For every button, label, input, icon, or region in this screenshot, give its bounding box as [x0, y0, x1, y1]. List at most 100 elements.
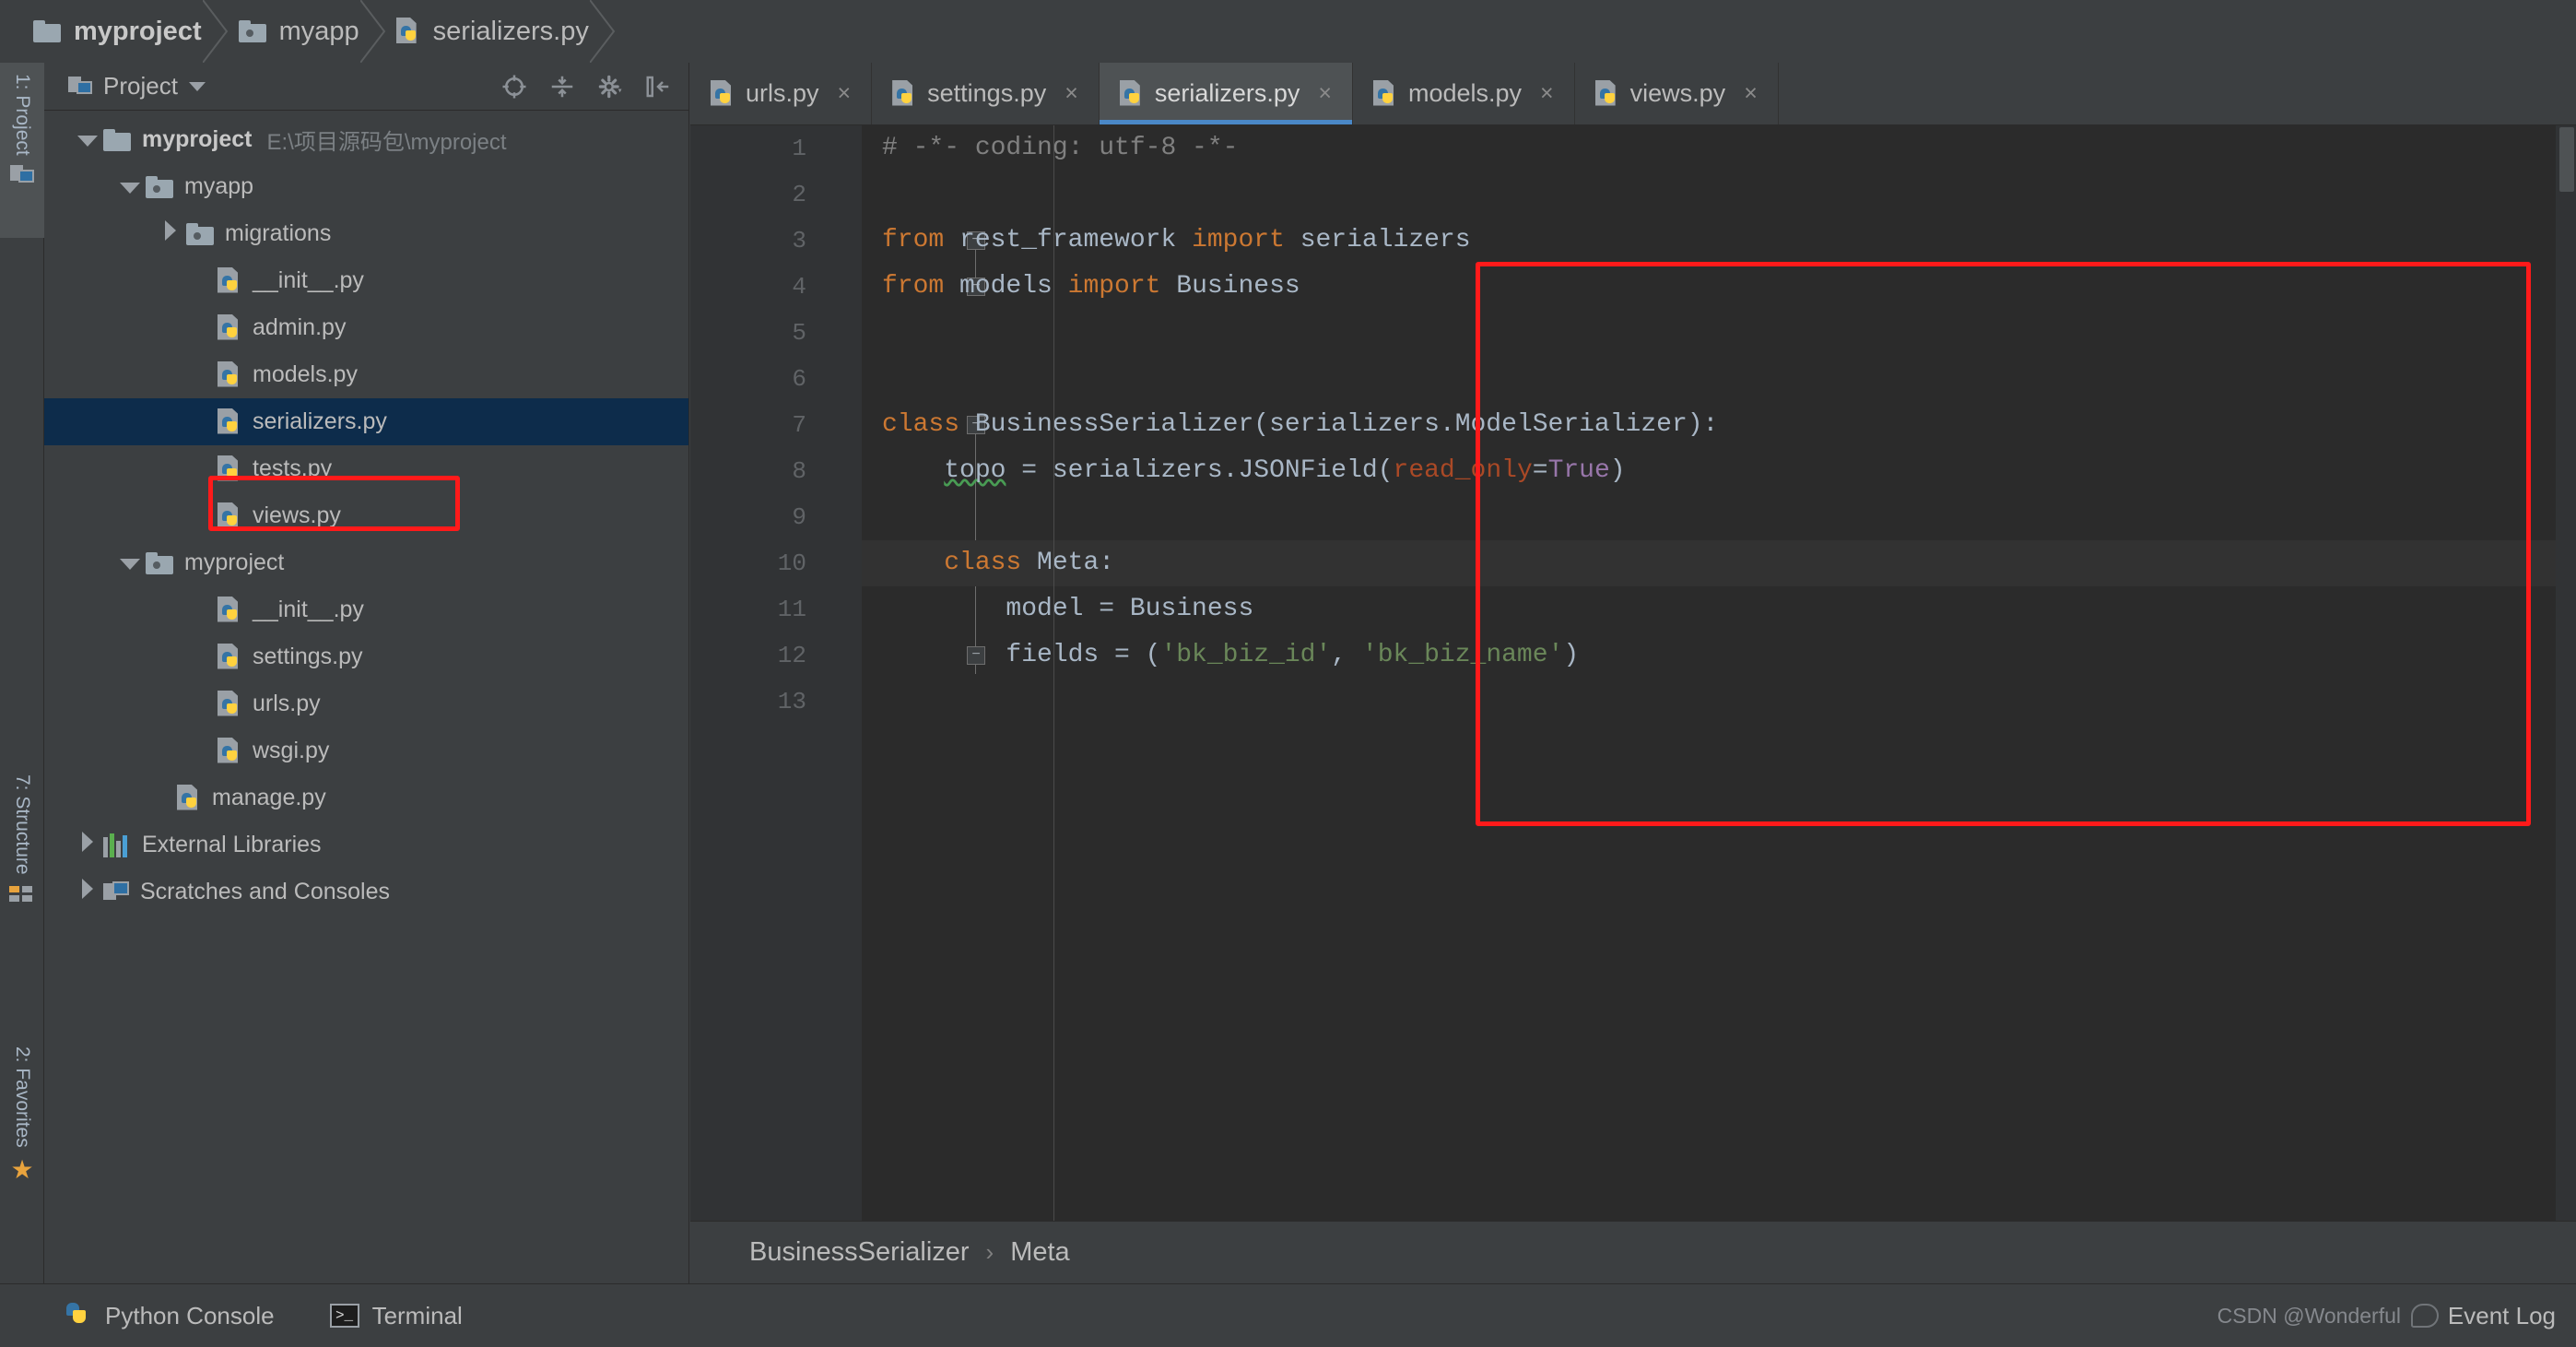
- sidebar-tab-favorites[interactable]: 2: Favorites ★: [0, 1035, 44, 1247]
- twisty-right-icon[interactable]: [82, 832, 93, 852]
- code-editor[interactable]: 1 2 3 4 5 6 7 8 9 10 11 12 13 − − − − # …: [690, 125, 2576, 1221]
- editor-area: urls.py × settings.py × serializers.py ×…: [690, 63, 2576, 1283]
- code-line-8: topo = serializers.JSONField(read_only=T…: [944, 456, 1626, 485]
- hide-panel-icon[interactable]: [644, 73, 672, 100]
- project-toolbar-icons: [500, 73, 672, 100]
- status-button-terminal[interactable]: >_ Terminal: [329, 1302, 463, 1330]
- line-number-gutter: 1 2 3 4 5 6 7 8 9 10 11 12 13: [690, 125, 821, 1221]
- scratches-icon: [103, 880, 129, 904]
- locate-target-icon[interactable]: [500, 73, 528, 100]
- close-icon[interactable]: ×: [1744, 80, 1758, 107]
- status-button-python-console[interactable]: Python Console: [65, 1302, 275, 1330]
- editor-tab-label: serializers.py: [1154, 79, 1300, 107]
- left-tool-strip: 1: Project 7: Structure 2: Favorites ★: [0, 63, 44, 1283]
- code-lines-container[interactable]: # -*- coding: utf-8 -*- from rest_framew…: [862, 125, 2576, 1221]
- python-file-icon: [218, 596, 241, 624]
- editor-tab-models[interactable]: models.py ×: [1353, 63, 1575, 124]
- project-panel-toolbar: Project: [44, 63, 688, 111]
- breadcrumb-member-name[interactable]: Meta: [1010, 1237, 1069, 1268]
- breadcrumb-item-myapp[interactable]: myapp: [229, 0, 387, 63]
- line-number: 11: [777, 596, 806, 623]
- tree-row-external-libraries[interactable]: External Libraries: [44, 821, 688, 868]
- tree-item-label: settings.py: [253, 644, 363, 669]
- editor-scrollbar[interactable]: [2556, 125, 2576, 1221]
- libraries-icon: [103, 833, 131, 857]
- python-file-icon: [218, 313, 241, 342]
- twisty-down-icon[interactable]: [77, 136, 98, 147]
- line-number: 7: [792, 411, 806, 439]
- tree-row-myproject-root[interactable]: myproject E:\项目源码包\myproject: [44, 116, 688, 163]
- tree-row-views[interactable]: views.py: [44, 492, 688, 539]
- tree-row-wsgi[interactable]: wsgi.py: [44, 727, 688, 774]
- tree-row-models[interactable]: models.py: [44, 351, 688, 398]
- code-line-10: class Meta:: [862, 540, 2576, 586]
- line-number: 10: [777, 549, 806, 577]
- tree-row-serializers[interactable]: serializers.py: [44, 398, 688, 445]
- collapse-all-icon[interactable]: [548, 73, 576, 100]
- editor-tab-label: models.py: [1407, 79, 1523, 107]
- chevron-separator-icon: [589, 0, 618, 63]
- editor-tab-label: views.py: [1629, 79, 1726, 107]
- project-panel-title-group[interactable]: Project: [68, 72, 206, 100]
- editor-tab-bar: urls.py × settings.py × serializers.py ×…: [690, 63, 2576, 125]
- tree-row-project-init[interactable]: __init__.py: [44, 586, 688, 633]
- python-file-icon: [218, 266, 241, 295]
- status-button-event-log[interactable]: Event Log: [2410, 1302, 2556, 1330]
- twisty-down-icon[interactable]: [120, 183, 140, 194]
- python-file-icon: [218, 360, 241, 389]
- tree-item-label: admin.py: [253, 314, 347, 340]
- close-icon[interactable]: ×: [1065, 80, 1078, 107]
- folder-icon: [103, 128, 131, 151]
- editor-tab-settings[interactable]: settings.py ×: [872, 63, 1100, 124]
- chevron-separator-icon: [202, 0, 230, 63]
- close-icon[interactable]: ×: [1540, 80, 1554, 107]
- code-line-7: class BusinessSerializer(serializers.Mod…: [882, 410, 1719, 439]
- tree-row-admin[interactable]: admin.py: [44, 304, 688, 351]
- scrollbar-thumb[interactable]: [2559, 127, 2574, 192]
- settings-gear-icon[interactable]: [596, 73, 624, 100]
- code-line-12: fields = ('bk_biz_id', 'bk_biz_name'): [882, 641, 1580, 669]
- chevron-down-icon[interactable]: [188, 81, 206, 91]
- code-line-3: from rest_framework import serializers: [882, 226, 1471, 254]
- line-number: 8: [792, 457, 806, 485]
- breadcrumb-item-serializers[interactable]: serializers.py: [387, 0, 617, 63]
- breadcrumb-label: myapp: [278, 16, 359, 46]
- breadcrumb-label: myproject: [74, 16, 202, 46]
- breadcrumb-class-name[interactable]: BusinessSerializer: [749, 1237, 970, 1268]
- close-icon[interactable]: ×: [838, 80, 852, 107]
- twisty-down-icon[interactable]: [120, 559, 140, 570]
- tree-row-scratches[interactable]: Scratches and Consoles: [44, 868, 688, 916]
- tree-row-myapp-init[interactable]: __init__.py: [44, 257, 688, 304]
- python-file-icon: [177, 784, 201, 812]
- editor-tab-urls[interactable]: urls.py ×: [690, 63, 873, 124]
- tree-row-myproject-package[interactable]: myproject: [44, 539, 688, 586]
- sidebar-tab-project[interactable]: 1: Project: [0, 63, 44, 238]
- twisty-right-icon[interactable]: [165, 220, 176, 241]
- tree-item-label: External Libraries: [142, 832, 322, 857]
- editor-structure-breadcrumb: BusinessSerializer › Meta: [690, 1221, 2576, 1283]
- line-number: 4: [792, 273, 806, 301]
- python-file-icon: [218, 643, 241, 671]
- tree-item-label: migrations: [225, 220, 332, 246]
- code-folding-column[interactable]: − − − − −: [821, 125, 985, 1221]
- tree-item-label: __init__.py: [253, 597, 364, 622]
- line-number: 9: [792, 503, 806, 531]
- tree-item-label: urls.py: [253, 691, 321, 716]
- tree-row-urls[interactable]: urls.py: [44, 680, 688, 727]
- close-icon[interactable]: ×: [1318, 80, 1332, 107]
- tree-row-migrations[interactable]: migrations: [44, 210, 688, 257]
- tree-row-settings[interactable]: settings.py: [44, 633, 688, 680]
- editor-tab-serializers[interactable]: serializers.py ×: [1099, 63, 1353, 124]
- breadcrumb-item-myproject[interactable]: myproject: [24, 0, 229, 63]
- tree-row-manage[interactable]: manage.py: [44, 774, 688, 821]
- line-number: 5: [792, 319, 806, 347]
- status-button-label: Python Console: [105, 1301, 275, 1329]
- tree-row-tests[interactable]: tests.py: [44, 445, 688, 492]
- twisty-right-icon[interactable]: [82, 879, 93, 899]
- tree-row-myapp[interactable]: myapp: [44, 163, 688, 210]
- sidebar-tab-structure[interactable]: 7: Structure: [0, 763, 44, 966]
- editor-tab-views[interactable]: views.py ×: [1575, 63, 1779, 124]
- python-file-icon: [1119, 79, 1144, 108]
- tree-item-label: myproject: [184, 549, 285, 575]
- tree-item-label: __init__.py: [253, 267, 364, 293]
